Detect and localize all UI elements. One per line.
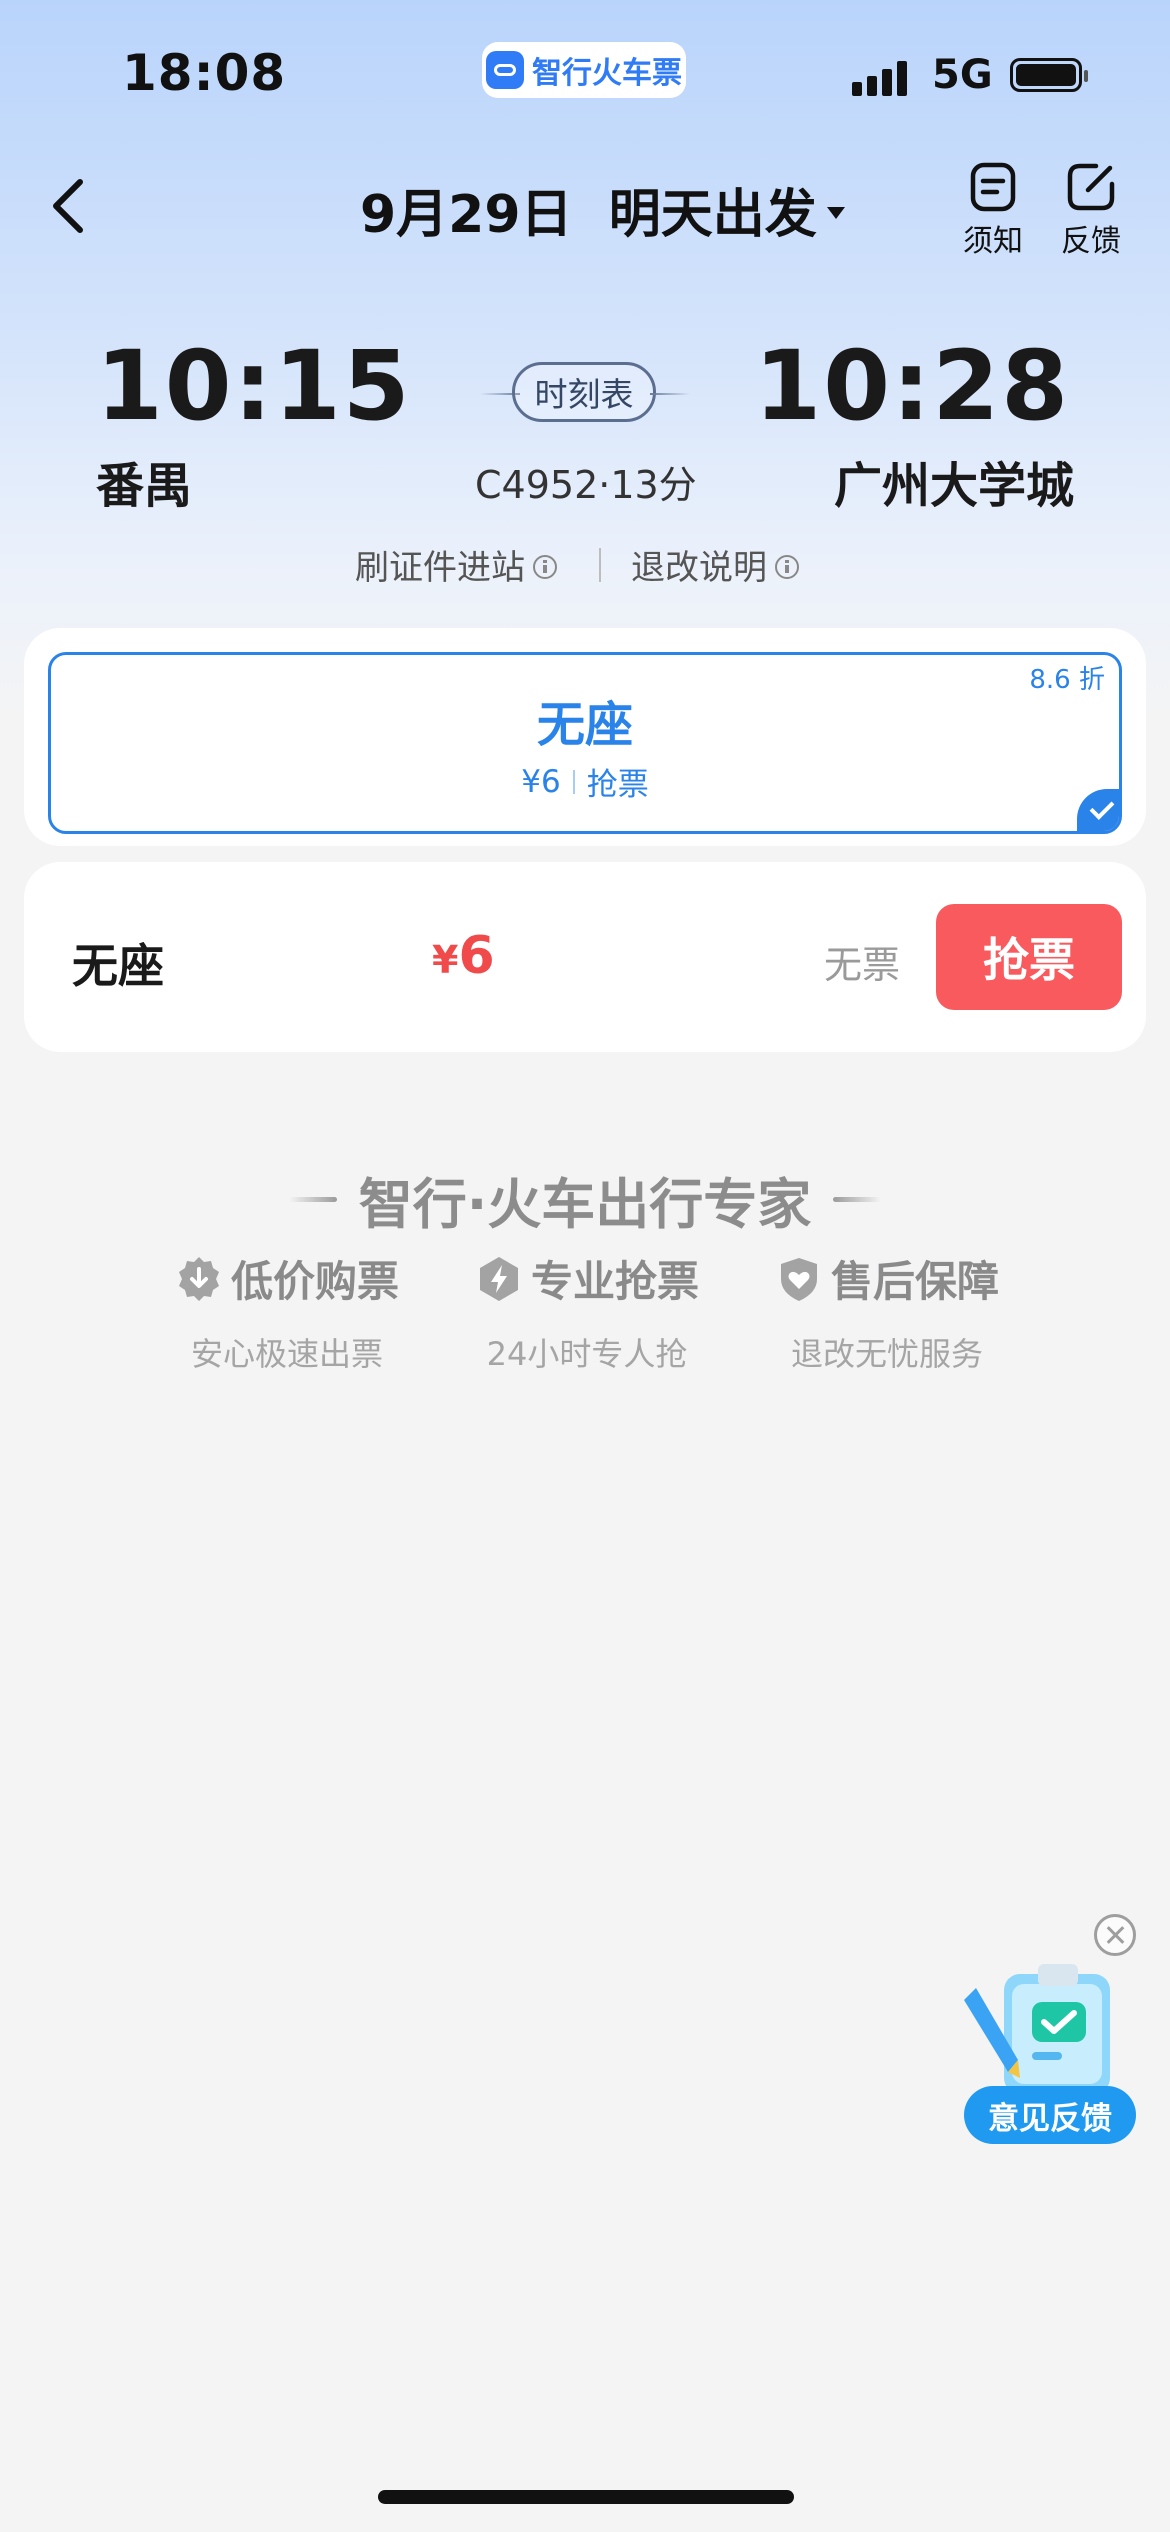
id-entry-label: 刷证件进站: [355, 548, 525, 588]
refund-link[interactable]: 退改说明: [631, 540, 799, 589]
promo-dash-right: [833, 1197, 882, 1202]
app-badge[interactable]: 智行火车票: [482, 42, 686, 98]
promo-title-row: 智行·火车出行专家: [0, 1160, 1170, 1239]
notice-label: 须知: [963, 224, 1023, 259]
links-divider: [599, 547, 601, 582]
ticket-availability: 无票: [824, 943, 901, 987]
app-logo-icon: [486, 51, 524, 89]
feature-head: 专业抢票: [475, 1248, 699, 1309]
feedback-float-button[interactable]: 意见反馈: [960, 1958, 1140, 2148]
signal-icon: [852, 56, 914, 96]
seat-option-action: 抢票: [586, 767, 649, 803]
feature-desc: 安心极速出票: [190, 1335, 383, 1373]
promo-title: 智行·火车出行专家: [358, 1173, 812, 1236]
lightning-hex-icon: [479, 1256, 518, 1301]
back-button[interactable]: [40, 170, 100, 240]
close-icon[interactable]: [1094, 1914, 1136, 1956]
promo-dash-left: [288, 1197, 337, 1202]
home-indicator[interactable]: [378, 2490, 794, 2504]
shield-heart-icon: [780, 1257, 817, 1301]
seat-option-selected[interactable]: 8.6 折 无座 ¥6 抢票: [48, 652, 1122, 834]
seat-option-name: 无座: [536, 697, 633, 753]
feature-title: 售后保障: [830, 1257, 999, 1306]
date-selector[interactable]: 9月29日 明天出发: [360, 172, 845, 247]
depart-station: 番禺: [96, 458, 193, 514]
schedule-divider-right: [650, 393, 690, 395]
seat-option-price: ¥6: [521, 763, 561, 800]
schedule-control: 时刻表: [480, 362, 690, 426]
feature-head: 低价购票: [175, 1248, 399, 1309]
app-badge-label: 智行火车票: [532, 56, 682, 91]
seat-option-details: ¥6 抢票: [51, 759, 1119, 804]
network-label: 5G: [932, 52, 993, 98]
feature-title: 低价购票: [230, 1257, 399, 1306]
feature-desc: 退改无忧服务: [790, 1335, 983, 1373]
page-title: 9月29日 明天出发: [360, 185, 817, 245]
status-time: 18:08: [122, 44, 287, 102]
back-arrow-icon: [53, 179, 83, 233]
seat-selector-card: 8.6 折 无座 ¥6 抢票: [24, 628, 1146, 846]
feature-desc: 24小时专人抢: [486, 1335, 688, 1373]
feedback-float-label: 意见反馈: [964, 2086, 1136, 2144]
ticket-price-currency: ¥: [432, 938, 459, 982]
depart-time: 10:15: [96, 330, 412, 442]
notice-icon: [970, 162, 1016, 212]
feedback-label: 反馈: [1061, 224, 1121, 259]
feature-low-price: 低价购票 安心极速出票: [122, 1248, 452, 1375]
edit-icon: [1067, 163, 1115, 211]
info-links: 刷证件进站 退改说明: [355, 540, 799, 589]
arrive-station: 广州大学城: [833, 458, 1074, 514]
train-number-duration: C4952·13分: [475, 463, 697, 507]
battery-icon: [1010, 58, 1088, 92]
feature-after-sales: 售后保障 退改无忧服务: [722, 1248, 1052, 1375]
seat-option-divider: [572, 769, 575, 794]
grab-ticket-button[interactable]: 抢票: [936, 904, 1122, 1010]
download-badge-icon: [178, 1256, 219, 1301]
ticket-price-value: 6: [458, 926, 495, 986]
ticket-price: ¥6: [432, 926, 495, 986]
feature-title: 专业抢票: [530, 1257, 699, 1306]
feature-head: 售后保障: [775, 1248, 999, 1309]
info-icon: [533, 555, 557, 579]
feature-pro-grab: 专业抢票 24小时专人抢: [422, 1248, 752, 1375]
ticket-row: 无座 ¥6 无票 抢票: [24, 862, 1146, 1052]
chevron-down-icon: [826, 206, 845, 219]
id-entry-link[interactable]: 刷证件进站: [355, 540, 557, 589]
feedback-button[interactable]: 反馈: [1046, 162, 1136, 260]
ticket-seat-name: 无座: [72, 939, 164, 993]
notice-button[interactable]: 须知: [948, 162, 1038, 260]
refund-label: 退改说明: [631, 548, 767, 588]
info-icon: [775, 555, 799, 579]
schedule-button[interactable]: 时刻表: [512, 362, 656, 422]
arrive-time: 10:28: [754, 330, 1070, 442]
